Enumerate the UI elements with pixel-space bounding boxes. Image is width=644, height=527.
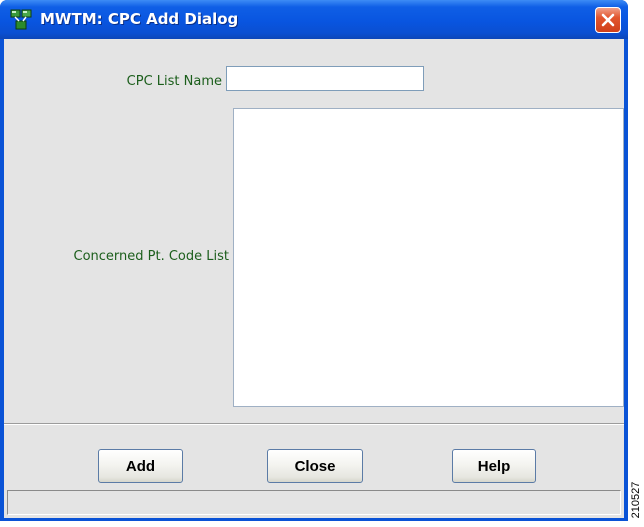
cpc-list-name-label: CPC List Name xyxy=(126,74,222,89)
window-title: MWTM: CPC Add Dialog xyxy=(40,10,239,28)
help-button[interactable]: Help xyxy=(452,449,536,483)
figure-id-text: 210527 xyxy=(630,481,642,519)
cpc-list-name-input[interactable] xyxy=(226,66,424,91)
status-bar xyxy=(7,490,621,515)
add-button[interactable]: Add xyxy=(98,449,183,483)
button-area-divider-highlight xyxy=(4,424,624,425)
dialog-window: MWTM: CPC Add Dialog CPC List Name Conce… xyxy=(0,0,628,521)
network-app-icon xyxy=(10,9,32,30)
concerned-pt-code-list-label: Concerned Pt. Code List xyxy=(73,249,230,264)
close-window-button[interactable] xyxy=(595,7,621,33)
figure-id-label: 210527 xyxy=(629,478,643,524)
concerned-pt-code-list-textarea[interactable] xyxy=(233,108,624,407)
title-bar[interactable]: MWTM: CPC Add Dialog xyxy=(0,0,628,39)
close-button[interactable]: Close xyxy=(267,449,363,483)
dialog-content: CPC List Name Concerned Pt. Code List Ad… xyxy=(4,39,624,518)
